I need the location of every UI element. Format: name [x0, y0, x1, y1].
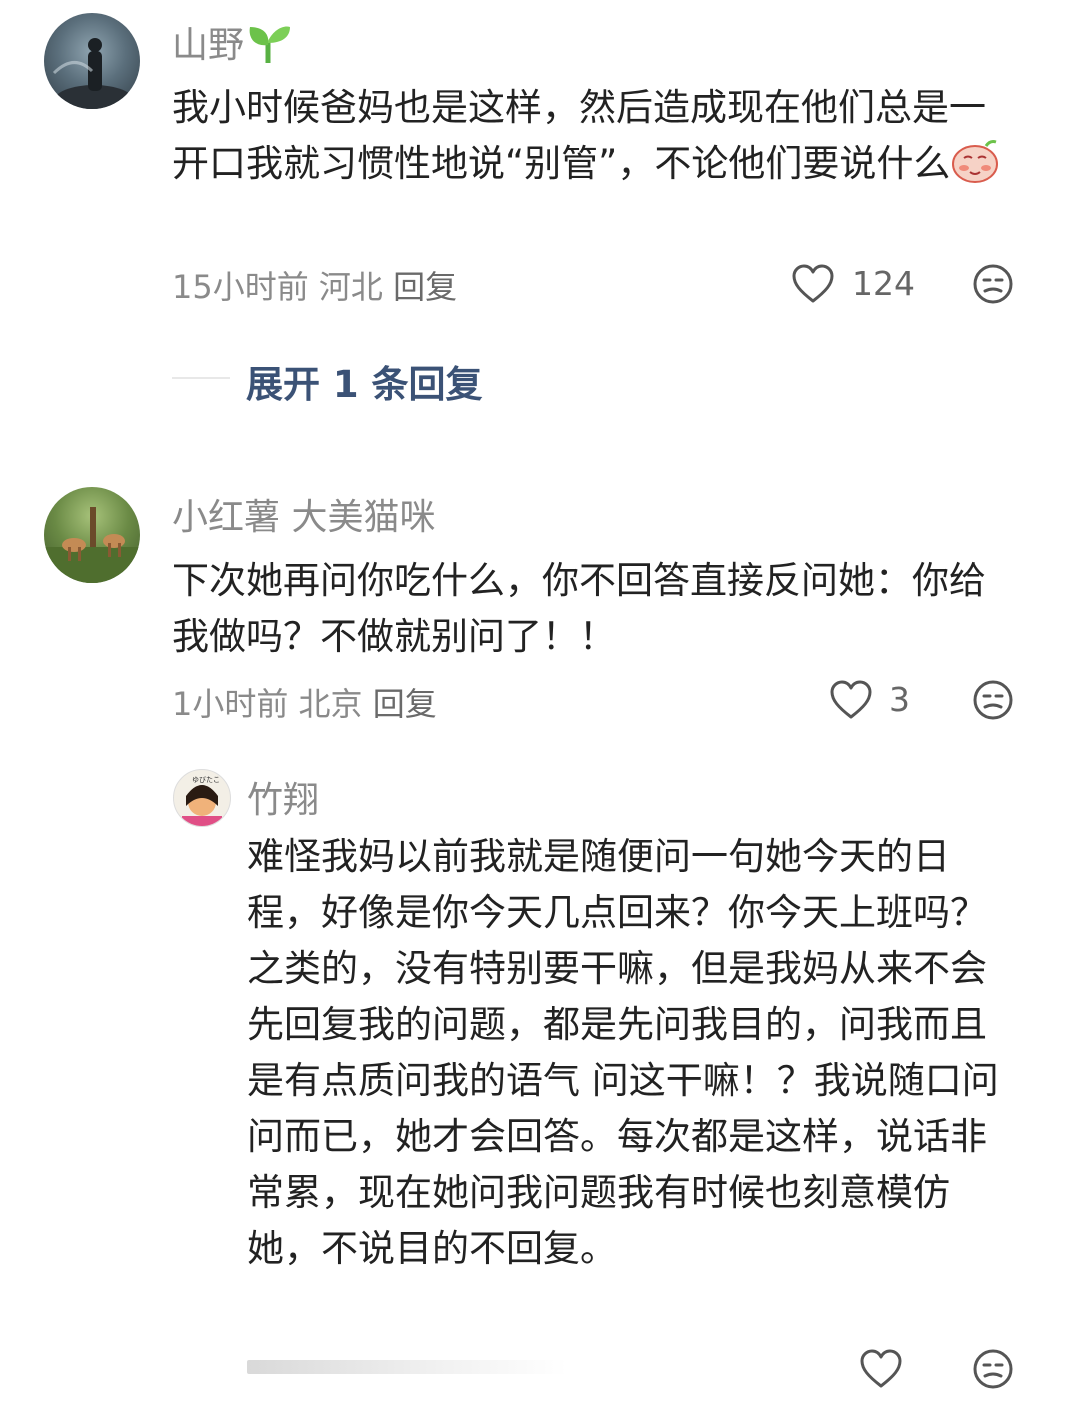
expand-divider	[172, 377, 230, 379]
comment-location: 河北	[318, 268, 383, 306]
heart-outline-icon[interactable]	[830, 680, 872, 720]
sprout-icon	[244, 21, 292, 74]
comment-meta: 1小时前 北京 回复	[172, 679, 437, 725]
avatar-image	[52, 38, 134, 109]
unamused-face-icon[interactable]	[973, 264, 1013, 304]
svg-text:ゆびたこ: ゆびたこ	[192, 776, 220, 784]
avatar-image	[44, 507, 140, 583]
comment-meta: 15小时前 河北 回复	[172, 262, 457, 308]
comment-time: 1小时前	[172, 685, 289, 723]
faded-meta-placeholder	[247, 1360, 567, 1374]
comment-content: 我小时候爸妈也是这样，然后造成现在他们总是一开口我就习惯性地说“别管”，不论他们…	[172, 80, 1022, 200]
comment-content: 下次她再问你吃什么，你不回答直接反问她：你给我做吗？不做就别问了！！	[172, 559, 986, 658]
comment-time: 15小时前	[172, 268, 309, 306]
unamused-face-icon[interactable]	[973, 680, 1013, 720]
reply-button[interactable]: 回复	[393, 268, 457, 306]
heart-outline-icon[interactable]	[792, 264, 834, 304]
blushing-face-emoji	[950, 138, 1000, 200]
comment-username[interactable]: 小红薯 大美猫咪	[172, 488, 435, 540]
heart-outline-icon[interactable]	[860, 1349, 902, 1389]
like-count: 3	[889, 680, 910, 719]
reply-avatar[interactable]: ゆびたこ	[173, 769, 231, 827]
avatar-image: ゆびたこ	[182, 776, 222, 826]
comment-username[interactable]: 山野	[172, 16, 292, 74]
comment-location: 北京	[298, 685, 363, 723]
reply-button[interactable]: 回复	[373, 685, 437, 723]
reply-content: 难怪我妈以前我就是随便问一句她今天的日程，好像是你今天几点回来？你今天上班吗？之…	[247, 835, 999, 1270]
avatar[interactable]	[44, 487, 140, 583]
unamused-face-icon[interactable]	[973, 1349, 1013, 1389]
like-count: 124	[852, 264, 915, 303]
reply-username[interactable]: 竹翔	[247, 771, 319, 823]
avatar[interactable]	[44, 13, 140, 109]
expand-replies-button[interactable]: 展开 1 条回复	[246, 354, 483, 408]
